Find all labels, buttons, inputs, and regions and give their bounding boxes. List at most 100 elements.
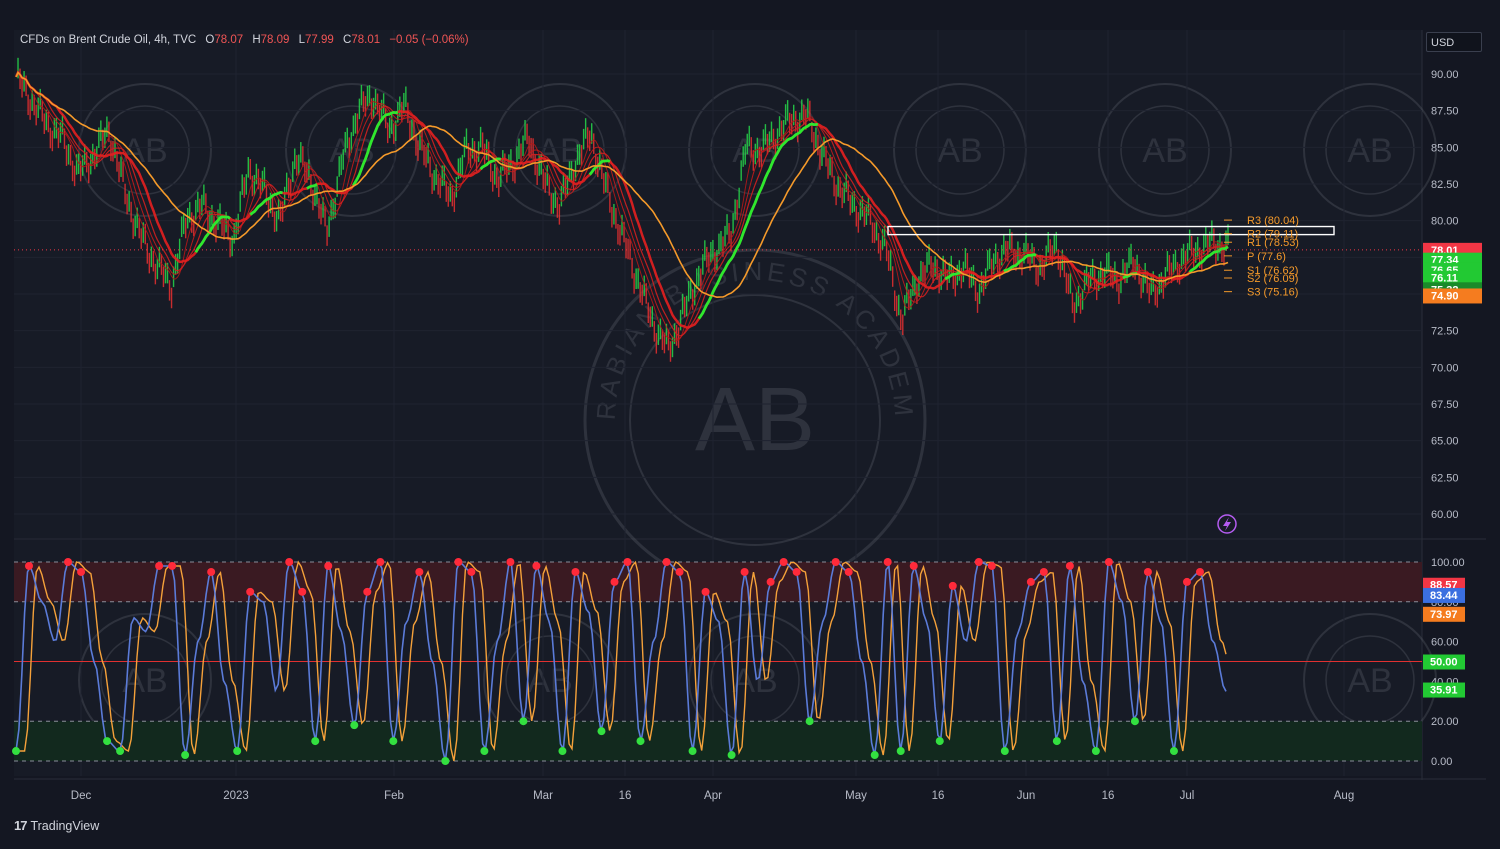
price-tick-label: 70.00 (1431, 362, 1459, 374)
price-tick-label: 85.00 (1431, 142, 1459, 154)
time-tick-label: Apr (704, 790, 722, 802)
oversold-dot (727, 751, 736, 760)
osc-tick-label: 20.00 (1431, 716, 1459, 728)
high-key: H (252, 34, 261, 46)
overbought-dot (532, 561, 541, 570)
price-tick-label: 60.00 (1431, 509, 1459, 521)
tradingview-brand[interactable]: 17 TradingView (14, 818, 99, 833)
overbought-dot (506, 558, 515, 566)
oversold-dot (519, 717, 528, 726)
time-tick-label: Dec (71, 790, 92, 802)
overbought-dot (246, 587, 255, 596)
oversold-dot (116, 747, 125, 756)
time-tick-label: Mar (533, 790, 553, 802)
overbought-dot (1065, 561, 1074, 570)
open-value: 78.07 (214, 34, 244, 46)
overbought-dot (974, 558, 983, 566)
brand-name: TradingView (30, 818, 100, 833)
osc-tick-label: 0.00 (1431, 756, 1452, 768)
tradingview-logo-icon: 17 (14, 818, 28, 833)
overbought-dot (779, 558, 788, 566)
osc-badge-value: 83.44 (1430, 590, 1458, 602)
overbought-dot (831, 558, 840, 566)
overbought-dot (298, 587, 307, 596)
price-tick-label: 87.50 (1431, 106, 1459, 118)
watermark-monogram: AB (1347, 662, 1392, 700)
high-value: 78.09 (260, 34, 290, 46)
time-tick-label: Jun (1017, 790, 1036, 802)
overbought-dot (675, 567, 684, 576)
overbought-dot (376, 558, 385, 566)
price-tick-label: 62.50 (1431, 472, 1459, 484)
overbought-dot (77, 567, 86, 576)
watermark-monogram: AB (527, 662, 572, 700)
oversold-dot (1000, 747, 1009, 756)
overbought-dot (168, 561, 177, 570)
chart-svg: ABABABABABABABABABABABABARABIAN BUSINESS… (0, 0, 1500, 844)
symbol-label: CFDs on Brent Crude Oil, 4h, TVC (20, 34, 197, 46)
oversold-dot (1091, 747, 1100, 756)
price-badge-value: 74.90 (1431, 290, 1459, 302)
osc-badge-value: 73.97 (1430, 609, 1458, 621)
price-tick-label: 67.50 (1431, 399, 1459, 411)
price-tick-label: 72.50 (1431, 326, 1459, 338)
watermark-monogram: AB (1142, 132, 1187, 170)
overbought-dot (766, 577, 775, 586)
oversold-dot (441, 757, 450, 765)
time-tick-label: 16 (1102, 790, 1115, 802)
overbought-dot (701, 587, 710, 596)
time-tick-label: 16 (932, 790, 945, 802)
overbought-dot (740, 567, 749, 576)
open-key: O (205, 34, 215, 46)
time-tick-label: 2023 (223, 790, 249, 802)
overbought-dot (948, 581, 957, 590)
time-tick-label: Feb (384, 790, 404, 802)
overbought-dot (363, 587, 372, 596)
overbought-dot (1182, 577, 1191, 586)
overbought-dot (207, 567, 216, 576)
price-tick-label: 80.00 (1431, 216, 1459, 228)
oversold-dot (805, 717, 814, 726)
overbought-dot (844, 567, 853, 576)
overbought-dot (662, 558, 671, 566)
overbought-dot (25, 561, 34, 570)
pivot-label: P (77.6) (1247, 251, 1286, 263)
overbought-dot (909, 561, 918, 570)
overbought-zone (14, 562, 1422, 602)
price-tick-label: 65.00 (1431, 436, 1459, 448)
overbought-dot (324, 561, 333, 570)
overbought-dot (454, 558, 463, 566)
currency-selector[interactable]: USD (1426, 32, 1482, 52)
oversold-dot (1052, 737, 1061, 746)
pivot-label: R3 (80.04) (1247, 215, 1299, 227)
chart-root: ABABABABABABABABABABABABARABIAN BUSINESS… (0, 0, 1500, 844)
oversold-dot (350, 721, 359, 730)
oversold-dot (558, 747, 567, 756)
pivot-label: R1 (78.53) (1247, 237, 1299, 249)
overbought-dot (610, 577, 619, 586)
overbought-dot (285, 558, 294, 566)
overbought-dot (467, 567, 476, 576)
overbought-dot (792, 567, 801, 576)
overbought-dot (64, 558, 73, 566)
oversold-dot (103, 737, 112, 746)
close-value: 78.01 (351, 34, 381, 46)
oversold-dot (181, 751, 190, 760)
oversold-dot (870, 751, 879, 760)
watermark-monogram: AB (122, 662, 167, 700)
overbought-dot (1104, 558, 1113, 566)
overbought-dot (987, 561, 996, 570)
overbought-dot (623, 558, 632, 566)
overbought-dot (1026, 577, 1035, 586)
price-tick-label: 90.00 (1431, 69, 1459, 81)
watermark-monogram: AB (1347, 132, 1392, 170)
overbought-dot (1195, 567, 1204, 576)
oversold-dot (688, 747, 697, 756)
pivot-label: S3 (75.16) (1247, 287, 1298, 299)
overbought-dot (883, 558, 892, 566)
overbought-dot (155, 561, 164, 570)
pivot-label: S2 (76.09) (1247, 273, 1298, 285)
oversold-dot (1169, 747, 1178, 756)
overbought-dot (1039, 567, 1048, 576)
oversold-dot (1130, 717, 1139, 726)
